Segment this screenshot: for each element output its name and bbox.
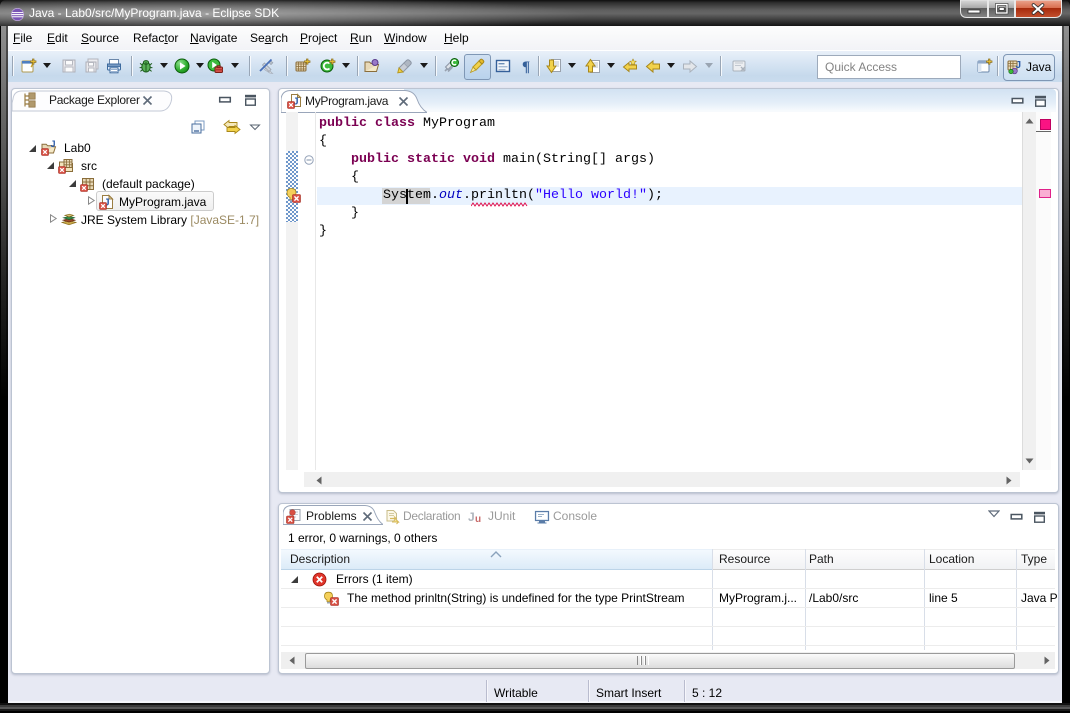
- svg-text:J: J: [468, 510, 475, 524]
- svg-text:¶: ¶: [522, 59, 530, 74]
- svg-text:J: J: [51, 140, 56, 149]
- svg-text:u: u: [475, 514, 481, 525]
